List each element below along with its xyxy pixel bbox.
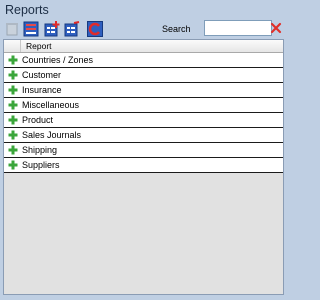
expand-plus-icon[interactable]	[8, 160, 18, 170]
list-item-label: Product	[22, 115, 54, 125]
refresh-icon[interactable]	[87, 21, 103, 37]
delete-icon[interactable]	[4, 21, 20, 37]
list-item[interactable]: Customer	[4, 68, 283, 83]
expand-plus-icon[interactable]	[8, 55, 18, 65]
expand-plus-icon[interactable]	[8, 130, 18, 140]
search-input[interactable]	[204, 20, 272, 36]
edit-group-icon[interactable]	[64, 21, 80, 37]
list-item[interactable]: Sales Journals	[4, 128, 283, 143]
list-item-label: Countries / Zones	[22, 55, 94, 65]
report-grid: Report Countries / Zones Customer Insura…	[3, 39, 284, 295]
list-item-label: Customer	[22, 70, 62, 80]
report-list-icon[interactable]	[23, 21, 39, 37]
list-item-label: Shipping	[22, 145, 58, 155]
expand-plus-icon[interactable]	[8, 115, 18, 125]
expand-plus-icon[interactable]	[8, 85, 18, 95]
list-item-label: Sales Journals	[22, 130, 82, 140]
row-indicator-header	[4, 40, 21, 52]
expand-plus-icon[interactable]	[8, 145, 18, 155]
list-item-label: Suppliers	[22, 160, 60, 170]
toolbar: Search	[0, 0, 289, 40]
list-item[interactable]: Shipping	[4, 143, 283, 158]
column-header-report[interactable]: Report	[26, 41, 52, 51]
list-item[interactable]: Miscellaneous	[4, 98, 283, 113]
add-group-icon[interactable]	[44, 21, 60, 37]
list-item[interactable]: Insurance	[4, 83, 283, 98]
list-item[interactable]: Countries / Zones	[4, 53, 283, 68]
expand-plus-icon[interactable]	[8, 70, 18, 80]
list-item-label: Miscellaneous	[22, 100, 80, 110]
list-item[interactable]: Product	[4, 113, 283, 128]
list-item[interactable]: Suppliers	[4, 158, 283, 173]
close-icon[interactable]	[270, 22, 282, 34]
expand-plus-icon[interactable]	[8, 100, 18, 110]
grid-header: Report	[4, 40, 283, 53]
list-item-label: Insurance	[22, 85, 62, 95]
search-label: Search	[162, 24, 191, 34]
